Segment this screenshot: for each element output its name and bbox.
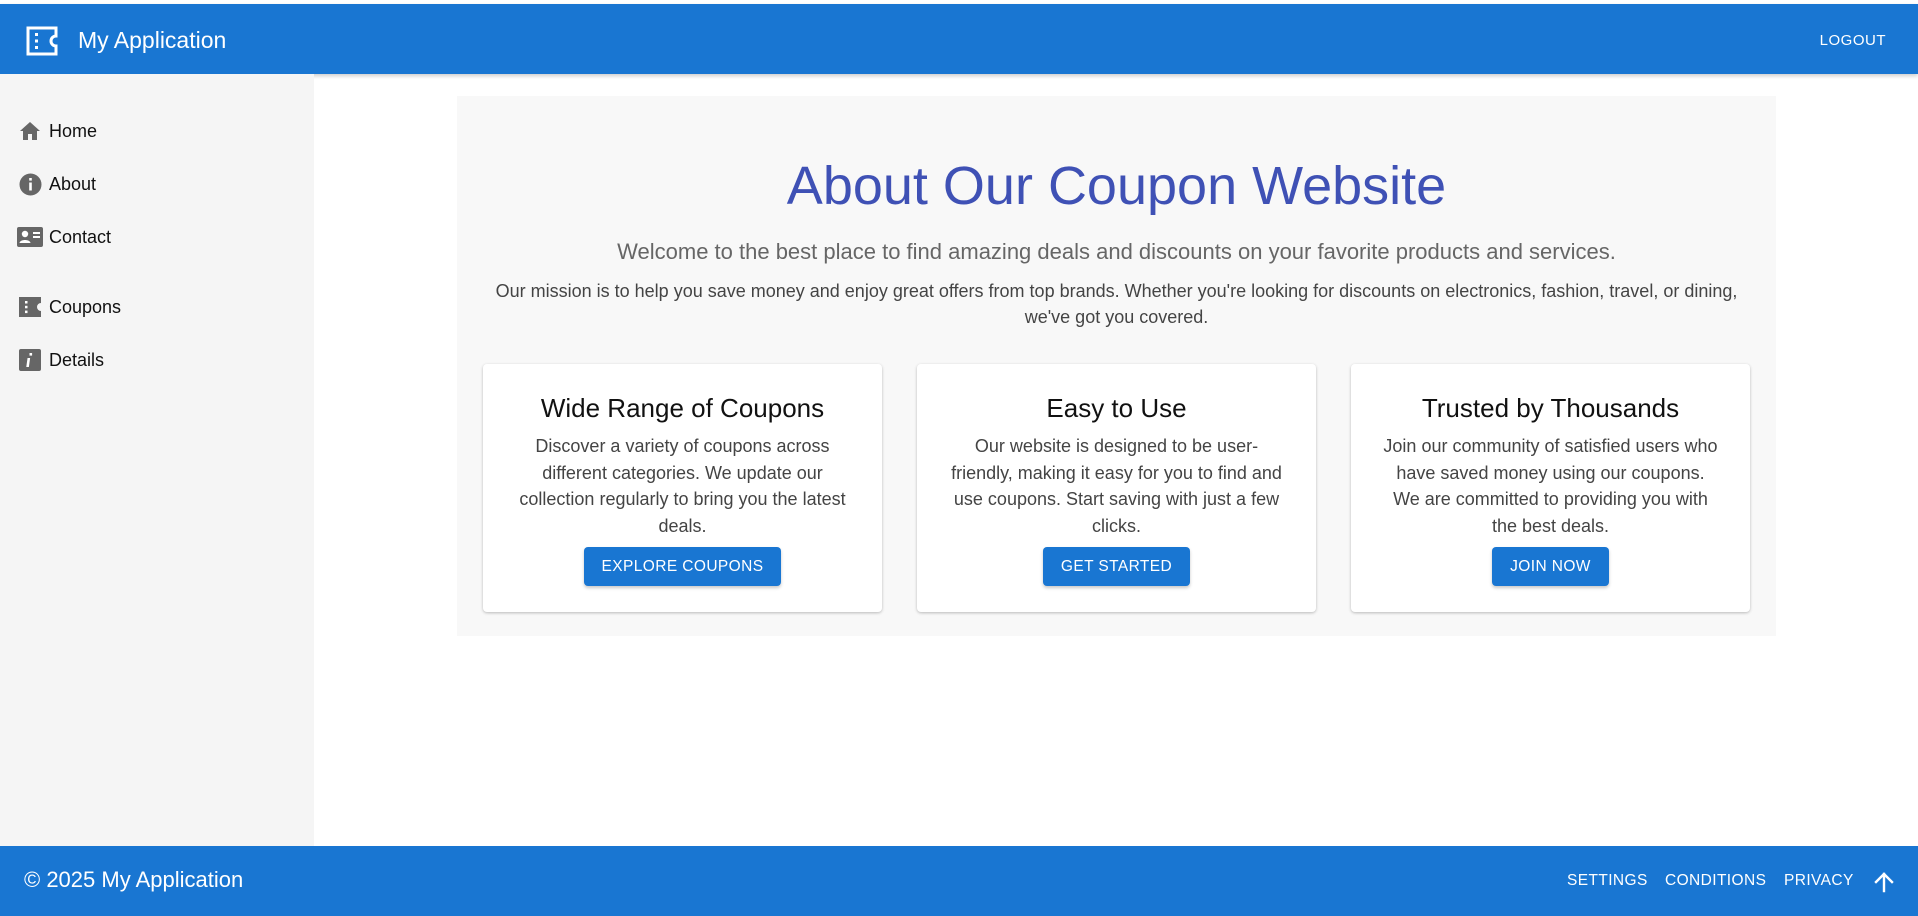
arrow-up-icon[interactable] <box>1872 870 1896 894</box>
about-panel: About Our Coupon Website Welcome to the … <box>457 96 1776 636</box>
page-title: About Our Coupon Website <box>786 156 1447 216</box>
info-box-icon <box>17 347 43 373</box>
get-started-button[interactable]: GET STARTED <box>1042 547 1191 586</box>
coupon-icon <box>17 294 43 320</box>
info-circle-icon <box>17 171 43 197</box>
feature-card-wide-range: Wide Range of Coupons Discover a variety… <box>483 364 882 612</box>
sidebar-item-contact[interactable]: Contact <box>0 217 314 257</box>
sidebar: Home About Contact Coupons Details <box>0 74 314 846</box>
footer: © 2025 My Application SETTINGS CONDITION… <box>0 846 1918 916</box>
sidebar-item-label: Coupons <box>49 296 122 317</box>
app-bar: My Application LOGOUT <box>0 4 1918 74</box>
card-title: Easy to Use <box>1046 393 1187 423</box>
logout-button[interactable]: LOGOUT <box>1806 23 1900 59</box>
sidebar-item-home[interactable]: Home <box>0 111 314 151</box>
sidebar-item-label: Home <box>49 120 98 141</box>
sidebar-item-label: Details <box>49 349 105 370</box>
home-icon <box>17 118 43 144</box>
sidebar-item-label: Contact <box>49 226 112 247</box>
card-title: Trusted by Thousands <box>1421 393 1680 423</box>
app-title: My Application <box>78 27 227 53</box>
card-title: Wide Range of Coupons <box>540 393 825 423</box>
explore-coupons-button[interactable]: EXPLORE COUPONS <box>583 547 782 586</box>
footer-copyright: © 2025 My Application <box>24 867 244 892</box>
card-text: Join our community of satisfied users wh… <box>1383 436 1718 536</box>
mission-text: Our mission is to help you save money an… <box>495 281 1738 327</box>
card-text: Our website is designed to be user-frien… <box>951 436 1282 536</box>
feature-card-easy-to-use: Easy to Use Our website is designed to b… <box>917 364 1316 612</box>
sidebar-item-label: About <box>49 173 97 194</box>
footer-link-privacy[interactable]: PRIVACY <box>1784 870 1854 892</box>
footer-link-settings[interactable]: SETTINGS <box>1567 870 1648 892</box>
footer-link-conditions[interactable]: CONDITIONS <box>1665 870 1766 892</box>
contact-card-icon <box>17 224 43 250</box>
card-text: Discover a variety of coupons across dif… <box>519 436 846 536</box>
join-now-button[interactable]: JOIN NOW <box>1492 547 1609 586</box>
feature-card-trusted: Trusted by Thousands Join our community … <box>1351 364 1750 612</box>
coupon-ticket-icon <box>26 26 58 56</box>
page-subtitle: Welcome to the best place to find amazin… <box>617 239 1616 264</box>
sidebar-item-about[interactable]: About <box>0 164 314 204</box>
sidebar-item-details[interactable]: Details <box>0 340 314 380</box>
sidebar-item-coupons[interactable]: Coupons <box>0 287 314 327</box>
